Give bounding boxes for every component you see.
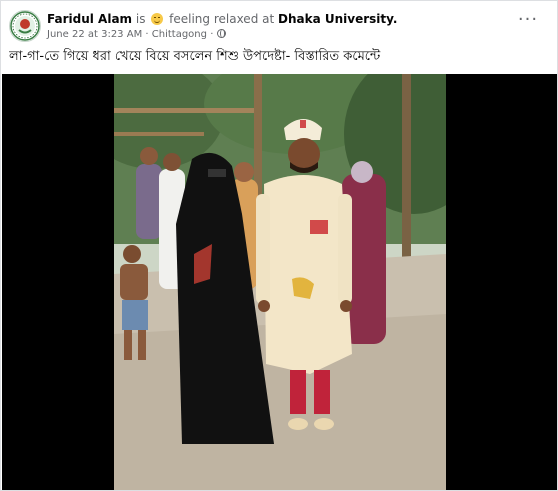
post-timestamp-line: June 22 at 3:23 AM · Chittagong · [47, 28, 507, 41]
author-avatar[interactable] [9, 10, 41, 42]
post-location[interactable]: Chittagong [152, 29, 207, 40]
post-header: Faridul Alam is feeling relaxed at Dhaka… [9, 10, 549, 44]
post-media[interactable] [2, 74, 557, 490]
post-date[interactable]: June 22 at 3:23 AM [47, 29, 142, 40]
place-link[interactable]: Dhaka University. [278, 12, 397, 26]
is-text: is [135, 12, 146, 26]
more-options-button[interactable]: ··· [517, 11, 539, 30]
feeling-text: feeling relaxed at [169, 12, 275, 26]
author-name[interactable]: Faridul Alam [47, 12, 132, 26]
separator: · [210, 29, 214, 40]
globe-icon[interactable] [216, 29, 226, 38]
feed-post: Faridul Alam is feeling relaxed at Dhaka… [0, 0, 558, 491]
relaxed-face-emoji-icon [151, 13, 164, 25]
separator: · [145, 29, 149, 40]
post-meta: Faridul Alam is feeling relaxed at Dhaka… [47, 12, 507, 41]
post-photo[interactable] [114, 74, 446, 490]
post-author-line: Faridul Alam is feeling relaxed at Dhaka… [47, 12, 507, 27]
post-caption: লা-গা-তে গিয়ে ধরা খেয়ে বিয়ে বসলেন শিশ… [9, 49, 381, 64]
